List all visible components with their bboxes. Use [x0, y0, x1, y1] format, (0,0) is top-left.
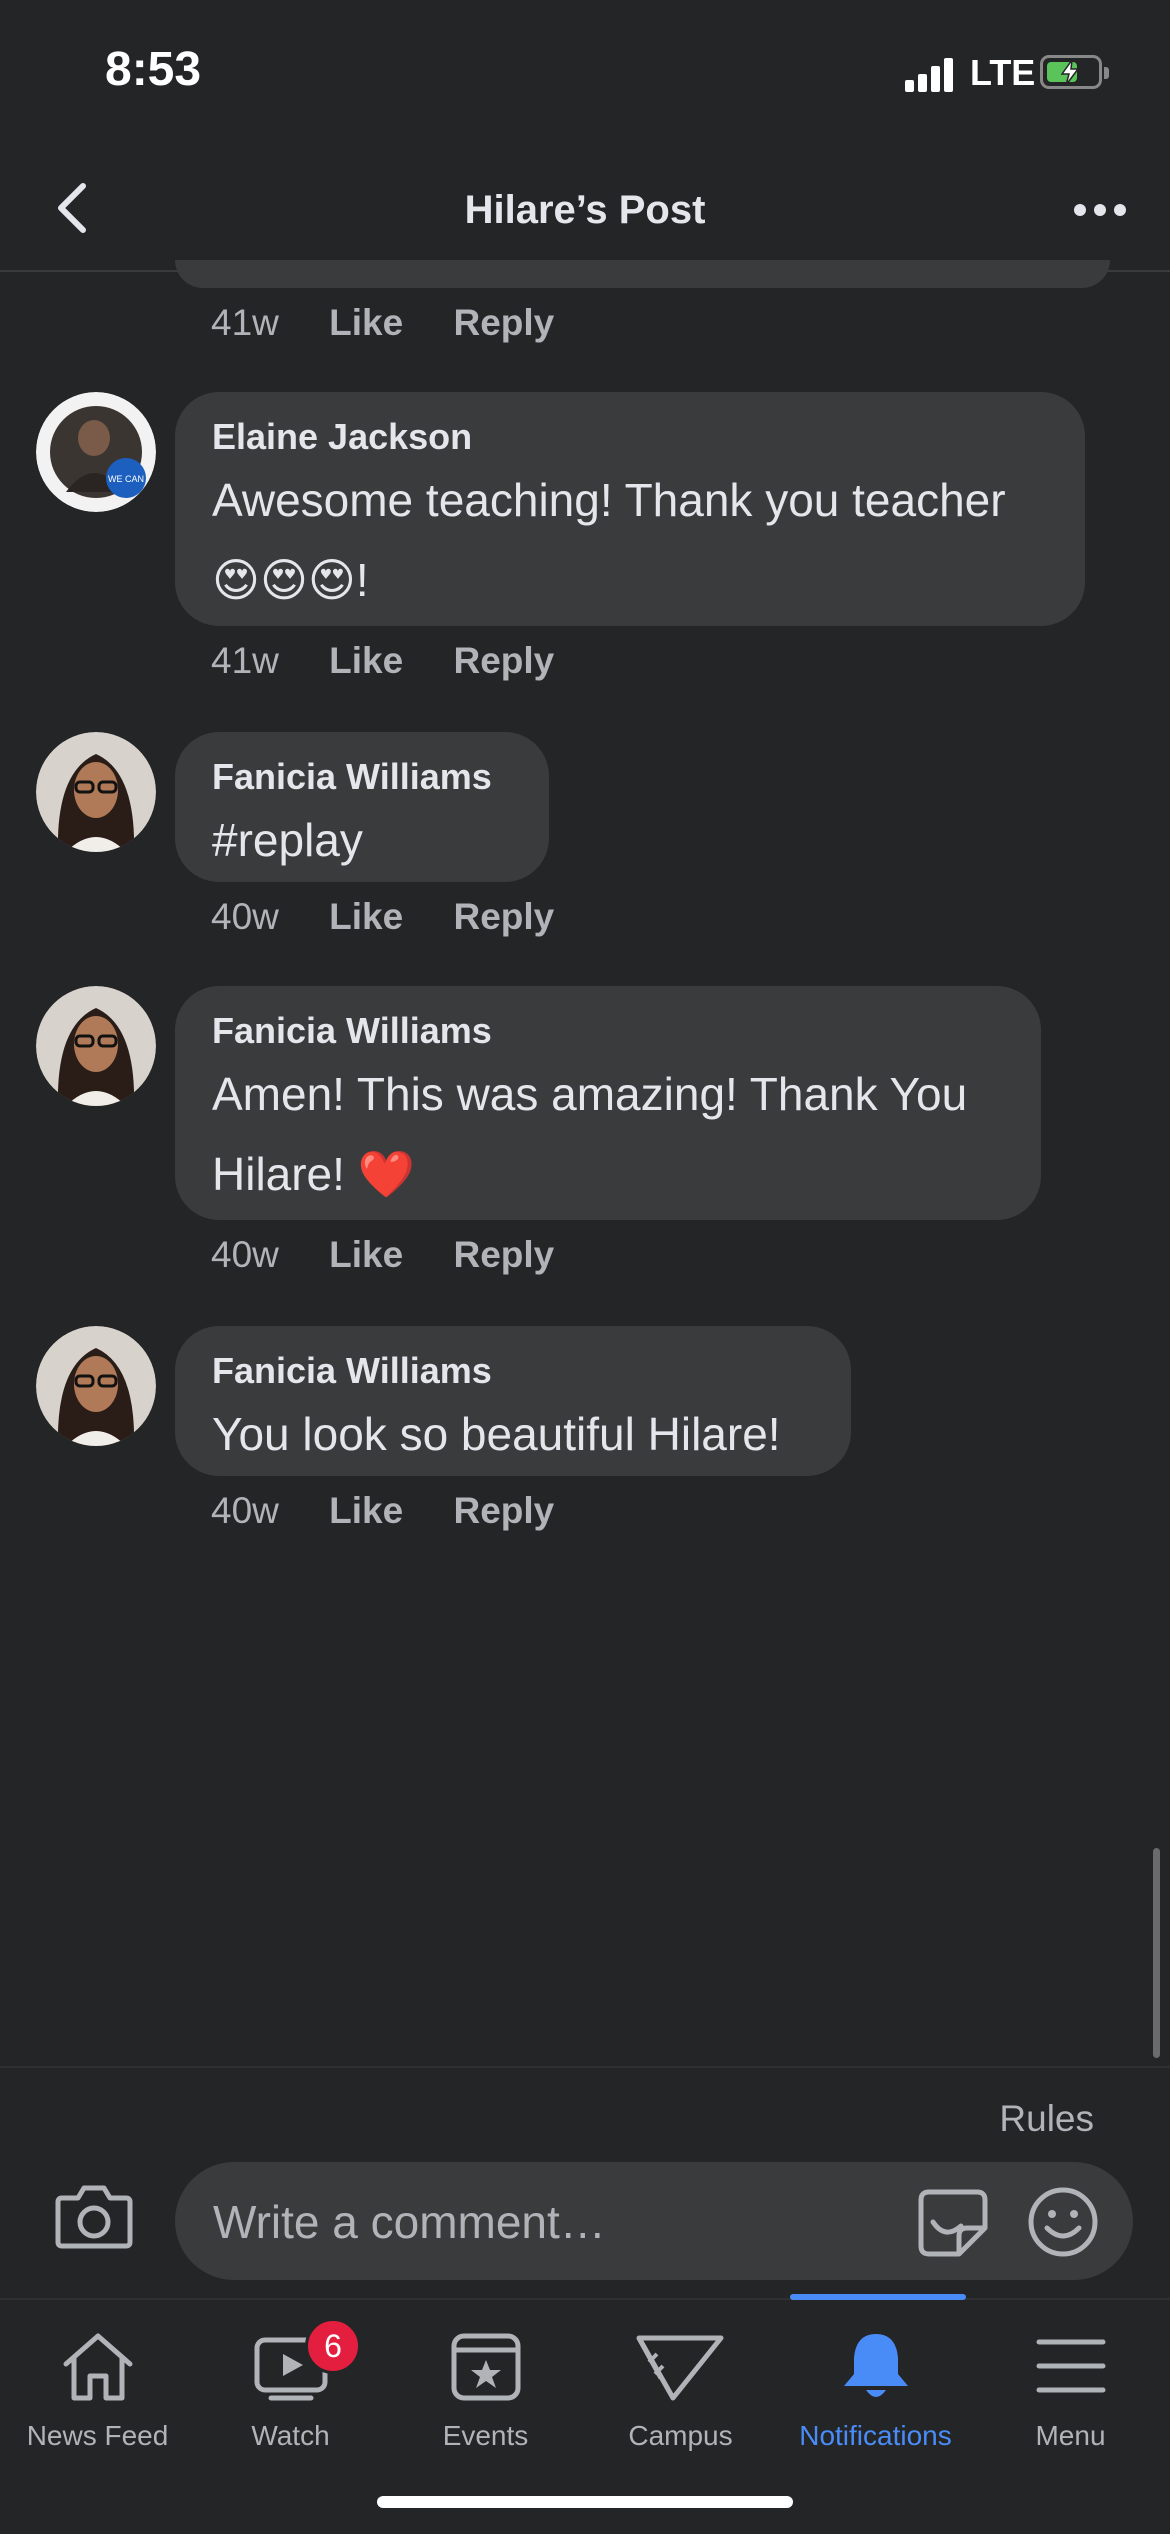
comment-author[interactable]: Fanicia Williams [212, 1010, 1004, 1052]
rules-link[interactable]: Rules [999, 2098, 1094, 2140]
tab-label: Campus [628, 2420, 733, 2451]
comment-author[interactable]: Fanicia Williams [212, 756, 512, 798]
comment-text-line2: 😍😍😍! [212, 554, 369, 606]
comment-meta: 41w Like Reply [211, 640, 594, 682]
events-icon [451, 2333, 520, 2401]
comment-input[interactable] [211, 2162, 855, 2282]
bell-icon [843, 2334, 908, 2397]
comment-bubble[interactable]: Fanicia Williams #replay [175, 732, 549, 882]
tab-watch[interactable]: 6 Watch [193, 2300, 388, 2500]
svg-text:WE CAN: WE CAN [108, 474, 144, 484]
comment-meta: 41w Like Reply [211, 302, 594, 344]
tab-label: Notifications [799, 2420, 952, 2451]
comment-author[interactable]: Elaine Jackson [212, 416, 1048, 458]
scrollbar[interactable] [1153, 1848, 1160, 2058]
reply-button[interactable]: Reply [454, 302, 555, 343]
home-icon [63, 2333, 132, 2401]
comment-age: 41w [211, 302, 279, 343]
tab-news-feed[interactable]: News Feed [0, 2300, 195, 2500]
tab-label: Menu [1035, 2420, 1106, 2451]
like-button[interactable]: Like [329, 640, 403, 681]
network-type: LTE [970, 52, 1036, 93]
reply-button[interactable]: Reply [454, 1490, 555, 1531]
comment-age: 40w [211, 1234, 279, 1275]
tab-campus[interactable]: Campus [583, 2300, 778, 2500]
comment-age: 40w [211, 1490, 279, 1531]
signal-icon [905, 58, 957, 92]
comment-bubble[interactable]: Fanicia Williams You look so beautiful H… [175, 1326, 851, 1476]
post-header: Hilare’s Post [0, 150, 1170, 272]
comment-text: #replay [212, 814, 363, 866]
comment-text: You look so beautiful Hilare! [212, 1408, 781, 1460]
like-button[interactable]: Like [329, 302, 403, 343]
campus-icon [636, 2335, 723, 2401]
comment-meta: 40w Like Reply [211, 1490, 594, 1532]
more-options-icon[interactable] [1070, 195, 1130, 225]
previous-comment-bubble [175, 260, 1110, 288]
emoji-icon[interactable] [1025, 2184, 1101, 2260]
comment-age: 41w [211, 640, 279, 681]
reply-button[interactable]: Reply [454, 640, 555, 681]
tab-label: News Feed [26, 2420, 169, 2451]
avatar[interactable]: WE CAN [36, 392, 156, 512]
comment-author[interactable]: Fanicia Williams [212, 1350, 814, 1392]
status-time: 8:53 [105, 43, 202, 96]
sticker-icon[interactable] [915, 2184, 991, 2260]
tab-label: Watch [251, 2420, 330, 2451]
status-bar: 8:53 LTE [0, 0, 1170, 150]
comment-bubble[interactable]: Fanicia Williams Amen! This was amazing!… [175, 986, 1041, 1220]
comment-text: Awesome teaching! Thank you teacher [212, 474, 1006, 526]
notification-badge: 6 [305, 2318, 361, 2374]
menu-icon [1036, 2339, 1105, 2393]
tab-menu[interactable]: Menu [973, 2300, 1168, 2500]
tab-notifications[interactable]: Notifications [778, 2300, 973, 2500]
reply-button[interactable]: Reply [454, 896, 555, 937]
tab-events[interactable]: Events [388, 2300, 583, 2500]
battery-icon [1040, 55, 1109, 89]
reply-button[interactable]: Reply [454, 1234, 555, 1275]
page-title: Hilare’s Post [464, 188, 706, 232]
comment-age: 40w [211, 896, 279, 937]
avatar[interactable] [36, 732, 156, 852]
avatar[interactable] [36, 986, 156, 1106]
comment-text-line2: Hilare! ❤️ [212, 1148, 415, 1200]
comment-meta: 40w Like Reply [211, 896, 594, 938]
like-button[interactable]: Like [329, 1234, 403, 1275]
avatar[interactable] [36, 1326, 156, 1446]
home-indicator[interactable] [377, 2496, 793, 2508]
comment-input-box[interactable] [175, 2162, 1133, 2282]
like-button[interactable]: Like [329, 896, 403, 937]
comment-composer: Rules [0, 2066, 1170, 2300]
comment-bubble[interactable]: Elaine Jackson Awesome teaching! Thank y… [175, 392, 1085, 626]
tab-label: Events [442, 2420, 529, 2451]
like-button[interactable]: Like [329, 1490, 403, 1531]
camera-icon[interactable] [54, 2180, 134, 2250]
comment-text: Amen! This was amazing! Thank You [212, 1068, 968, 1120]
comment-meta: 40w Like Reply [211, 1234, 594, 1276]
